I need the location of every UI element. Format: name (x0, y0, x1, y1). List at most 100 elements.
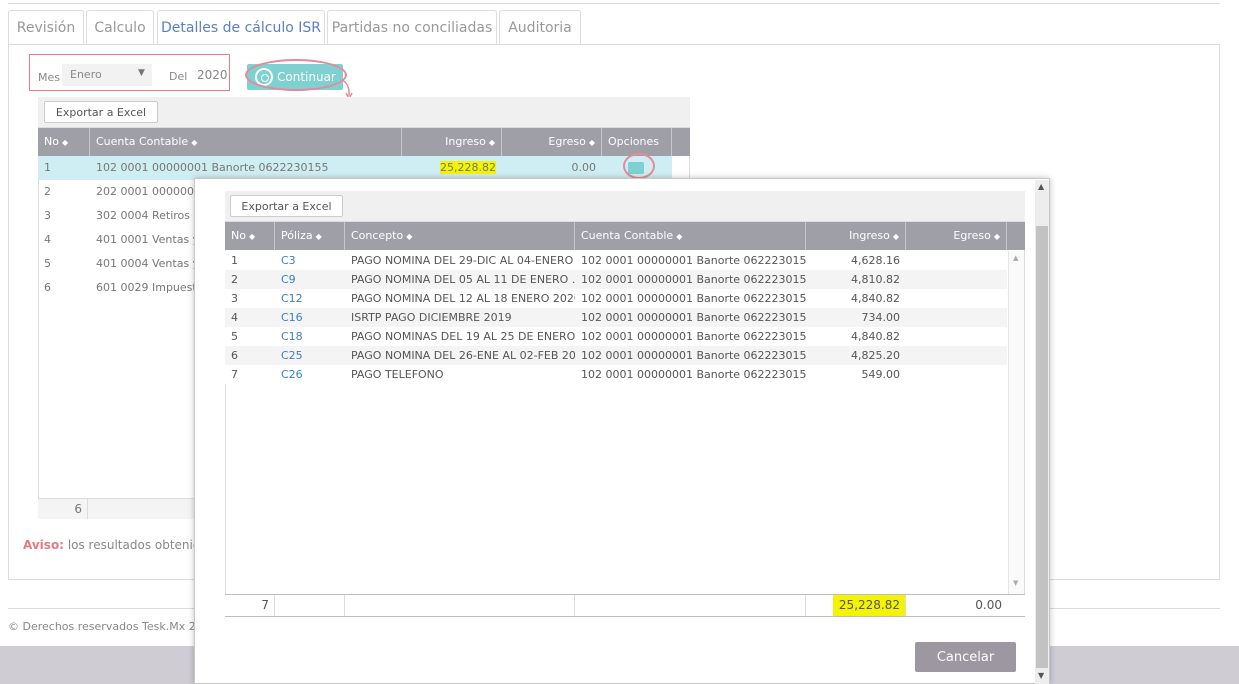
cuentas-grid-header: No ◆ Cuenta Contable ◆ Ingreso ◆ Egreso ◆ Op… (38, 128, 690, 156)
cell-no: 2 (231, 273, 238, 286)
tab-auditoria[interactable]: Auditoria (499, 10, 581, 44)
cell-no: 5 (231, 330, 238, 343)
cuentas-grid-toolbar: Exportar a Excel (38, 97, 690, 128)
table-row[interactable]: 7 C26 PAGO TELEFONO 102 0001 00000001 Ba… (225, 365, 1007, 384)
cell-no: 6 (44, 281, 51, 294)
modal-scrollbar-thumb[interactable] (1036, 226, 1048, 668)
poliza-link[interactable]: C16 (275, 308, 345, 327)
cell-no: 4 (44, 233, 51, 246)
export-excel-button[interactable]: Exportar a Excel (44, 101, 158, 123)
polizas-grid-footer: 7 25,228.82 0.00 (225, 594, 1025, 617)
col-header-cuenta[interactable]: Cuenta Contable ◆ (90, 128, 402, 156)
col-label: Opciones (608, 135, 659, 148)
polizas-grid-header: No ◆ Póliza ◆ Concepto ◆ Cuenta Contable ◆ I… (225, 222, 1025, 250)
col-label: Ingreso (445, 135, 486, 148)
table-row[interactable]: 6 601 0029 Impuesto (38, 276, 200, 300)
tab-detalles-calculo-isr[interactable]: Detalles de cálculo ISR (157, 10, 325, 45)
col-header-ingreso[interactable]: Ingreso ◆ (402, 128, 502, 156)
poliza-link[interactable]: C18 (275, 327, 345, 346)
sort-icon: ◆ (993, 232, 1000, 241)
tab-revision[interactable]: Revisión (8, 10, 84, 44)
aviso-label: Aviso: (23, 538, 64, 552)
tab-label: Revisión (16, 19, 76, 36)
poliza-link[interactable]: C25 (275, 346, 345, 365)
scroll-down-icon[interactable]: ▼ (1013, 579, 1018, 587)
col-header-cuenta[interactable]: Cuenta Contable ◆ (575, 222, 806, 250)
cell-no: 6 (231, 349, 238, 362)
table-row[interactable]: 4 C16 ISRTP PAGO DICIEMBRE 2019 102 0001… (225, 308, 1007, 327)
poliza-link[interactable]: C12 (275, 289, 345, 308)
cell-cuenta: 102 0001 00000001 Banorte 0622230155 (581, 292, 806, 305)
poliza-link[interactable]: C3 (275, 251, 345, 270)
table-row[interactable]: 4 401 0001 Ventas y/c (38, 228, 200, 252)
cell-ingreso: 549.00 (861, 368, 901, 381)
col-header-egreso[interactable]: Egreso ◆ (502, 128, 602, 156)
cell-no: 1 (231, 254, 238, 267)
sort-icon: ◆ (191, 138, 198, 147)
col-header-concepto[interactable]: Concepto ◆ (345, 222, 575, 250)
table-row[interactable]: 1 102 0001 00000001 Banorte 0622230155 2… (38, 156, 672, 180)
cell-cuenta: 102 0001 00000001 Banorte 0622230155 (581, 254, 806, 267)
col-label: Egreso (548, 135, 586, 148)
cell-ingreso: 734.00 (861, 311, 901, 324)
table-row[interactable]: 1 C3 PAGO NOMINA DEL 29-DIC AL 04-ENERO … (225, 251, 1007, 270)
polizas-grid-toolbar: Exportar a Excel (225, 191, 1025, 222)
col-header-egreso[interactable]: Egreso ◆ (906, 222, 1007, 250)
table-row[interactable]: 2 202 0001 00000001 (38, 180, 200, 204)
cell-cuenta: 302 0004 Retiros pe (96, 209, 200, 222)
col-label: Cuenta Contable (581, 229, 674, 242)
table-row[interactable]: 5 C18 PAGO NOMINAS DEL 19 AL 25 DE ENERO… (225, 327, 1007, 346)
col-header-no[interactable]: No ◆ (38, 128, 90, 156)
cell-ingreso: 4,810.82 (851, 273, 900, 286)
col-label: Póliza (281, 229, 313, 242)
col-label: Egreso (953, 229, 991, 242)
cell-no: 4 (231, 311, 238, 324)
aviso-text: Aviso: los resultados obtenid (23, 538, 201, 552)
cell-concepto: PAGO NOMINAS DEL 19 AL 25 DE ENERO... (351, 330, 575, 343)
table-row[interactable]: 6 C25 PAGO NOMINA DEL 26-ENE AL 02-FEB 2… (225, 346, 1007, 365)
tab-calculo[interactable]: Calculo (86, 10, 154, 44)
col-label: Cuenta Contable (96, 135, 189, 148)
col-header-ingreso[interactable]: Ingreso ◆ (806, 222, 906, 250)
cell-ingreso: 4,840.82 (851, 292, 900, 305)
annotation-circle (245, 59, 347, 91)
table-row[interactable]: 3 302 0004 Retiros pe (38, 204, 200, 228)
cancelar-label: Cancelar (936, 649, 995, 665)
table-row[interactable]: 5 401 0004 Ventas y/c (38, 252, 200, 276)
year-input[interactable]: 2020 (197, 68, 228, 82)
mes-select-value: Enero (70, 68, 102, 81)
cell-concepto: PAGO NOMINA DEL 12 AL 18 ENERO 2020 (351, 292, 575, 305)
grid-scrollbar[interactable]: ▲ ▼ (1008, 251, 1024, 594)
export-label: Exportar a Excel (241, 199, 332, 213)
top-divider (8, 3, 1220, 4)
scroll-down-icon[interactable]: ▼ (1038, 671, 1044, 680)
scroll-up-icon[interactable]: ▲ (1038, 182, 1044, 191)
cell-cuenta: 601 0029 Impuesto (96, 281, 200, 294)
sort-icon: ◆ (406, 232, 413, 241)
poliza-link[interactable]: C9 (275, 270, 345, 289)
tab-label: Auditoria (508, 19, 572, 36)
table-row[interactable]: 2 C9 PAGO NOMINA DEL 05 AL 11 DE ENERO .… (225, 270, 1007, 289)
cell-cuenta: 102 0001 00000001 Banorte 0622230155 (581, 330, 806, 343)
cell-cuenta: 102 0001 00000001 Banorte 0622230155 (581, 368, 806, 381)
cell-concepto: PAGO NOMINA DEL 29-DIC AL 04-ENERO ... (351, 254, 575, 267)
chevron-down-icon: ▼ (138, 68, 145, 78)
cell-no: 5 (44, 257, 51, 270)
footer-empty (575, 595, 806, 616)
cancelar-button[interactable]: Cancelar (915, 642, 1016, 672)
table-row[interactable]: 3 C12 PAGO NOMINA DEL 12 AL 18 ENERO 202… (225, 289, 1007, 308)
cell-cuenta: 102 0001 00000001 Banorte 0622230155 (581, 311, 806, 324)
col-header-poliza[interactable]: Póliza ◆ (275, 222, 345, 250)
cell-no: 2 (44, 185, 51, 198)
footer-egreso-total: 0.00 (975, 598, 1002, 612)
col-header-no[interactable]: No ◆ (225, 222, 275, 250)
poliza-link[interactable]: C26 (275, 365, 345, 384)
col-header-opciones: Opciones (602, 128, 672, 156)
export-excel-button[interactable]: Exportar a Excel (230, 195, 343, 217)
copyright-text: © Derechos reservados Tesk.Mx 2 (8, 620, 196, 633)
scroll-up-icon[interactable]: ▲ (1013, 254, 1018, 262)
col-label: Ingreso (849, 229, 890, 242)
cell-cuenta: 401 0001 Ventas y/c (96, 233, 200, 246)
tab-partidas-no-conciliadas[interactable]: Partidas no conciliadas (327, 10, 497, 44)
col-label: No (44, 135, 59, 148)
